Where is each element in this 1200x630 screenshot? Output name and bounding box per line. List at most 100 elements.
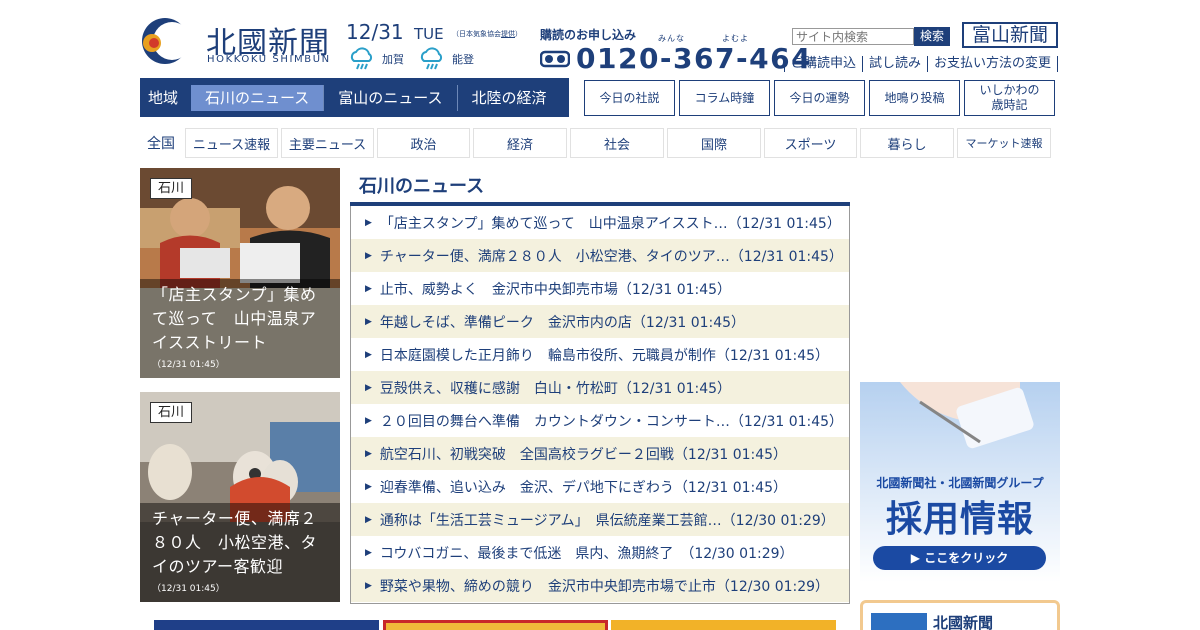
- rain-cloud-icon: [350, 47, 373, 70]
- news-item-title: 航空石川、初戦突破 全国高校ラグビー２回戦（12/31 01:45）: [379, 446, 788, 463]
- toyama-shimbun-button[interactable]: 富山新聞: [962, 22, 1058, 48]
- subscribe-phone[interactable]: 0120-367-464: [540, 42, 812, 75]
- news-list-item[interactable]: ▶ 野菜や果物、締めの競り 金沢市中央卸売市場で止市（12/30 01:29）: [351, 569, 849, 602]
- editorial-button[interactable]: 今日の社説: [584, 80, 675, 116]
- news-item-title: コウバコガニ、最後まで低迷 県内、漁期終了 （12/30 01:29）: [379, 545, 794, 562]
- news-item-title: 「店主スタンプ」集めて巡って 山中温泉アイススト…（12/31 01:45）: [379, 215, 841, 232]
- promo-thumbnail: [871, 613, 927, 630]
- arrow-right-icon: ▶: [365, 217, 372, 228]
- category-international[interactable]: 国際: [667, 128, 761, 158]
- logo-subtitle: HOKKOKU SHIMBUN: [207, 54, 331, 65]
- region-nav: 地域 石川のニュース 富山のニュース 北陸の経済: [140, 78, 569, 117]
- bottom-banner-1[interactable]: [154, 620, 379, 630]
- date-day: 12/31: [346, 20, 404, 44]
- free-dial-icon: [540, 50, 570, 67]
- news-item-title: 止市、威勢よく 金沢市中央卸売市場（12/31 01:45）: [379, 281, 732, 298]
- news-list-item[interactable]: ▶ コウバコガニ、最後まで低迷 県内、漁期終了 （12/30 01:29）: [351, 536, 849, 569]
- weather-credit: （日本気象協会提供）: [451, 29, 522, 38]
- card-region-tag: 石川: [150, 178, 192, 199]
- news-list-item[interactable]: ▶ 日本庭園模した正月飾り 輪島市役所、元職員が制作（12/31 01:45）: [351, 338, 849, 371]
- saijiki-button[interactable]: いしかわの 歳時記: [964, 80, 1055, 116]
- region-nav-label: 地域: [148, 89, 179, 107]
- news-list-item[interactable]: ▶ 迎春準備、追い込み 金沢、デパ地下にぎわう（12/31 01:45）: [351, 470, 849, 503]
- category-breaking[interactable]: ニュース速報: [185, 128, 278, 158]
- news-list-item[interactable]: ▶ 年越しそば、準備ピーク 金沢市内の店（12/31 01:45）: [351, 305, 849, 338]
- news-list-item[interactable]: ▶ 航空石川、初戦突破 全国高校ラグビー２回戦（12/31 01:45）: [351, 437, 849, 470]
- news-list-item[interactable]: ▶ 「店主スタンプ」集めて巡って 山中温泉アイススト…（12/31 01:45）: [351, 206, 849, 239]
- top-links: ご購読申込 試し読み お支払い方法の変更: [784, 56, 1059, 72]
- link-payment[interactable]: お支払い方法の変更: [928, 56, 1059, 72]
- category-economy[interactable]: 経済: [473, 128, 567, 158]
- logo-mark-icon: [142, 18, 191, 64]
- category-living[interactable]: 暮らし: [860, 128, 954, 158]
- card-region-tag: 石川: [150, 402, 192, 423]
- card-title: 「店主スタンプ」集めて巡って 山中温泉アイスストリート: [152, 285, 317, 352]
- category-politics[interactable]: 政治: [377, 128, 470, 158]
- news-card[interactable]: 石川 「店主スタンプ」集めて巡って 山中温泉アイスストリート （12/31 01…: [140, 168, 340, 378]
- news-item-title: 迎春準備、追い込み 金沢、デパ地下にぎわう（12/31 01:45）: [379, 479, 788, 496]
- saijiki-label-1: いしかわの: [979, 83, 1040, 97]
- weather-kaga[interactable]: 加賀: [348, 46, 404, 72]
- bottom-banner-3[interactable]: [611, 620, 836, 630]
- link-trial[interactable]: 試し読み: [863, 56, 929, 72]
- weather-label-kaga: 加賀: [382, 53, 404, 66]
- category-sports[interactable]: スポーツ: [764, 128, 857, 158]
- arrow-right-icon: ▶: [365, 547, 372, 558]
- tab-toyama-news[interactable]: 富山のニュース: [324, 84, 458, 111]
- arrow-right-icon: ▶: [365, 349, 372, 360]
- category-top[interactable]: 主要ニュース: [281, 128, 374, 158]
- news-card[interactable]: 石川 チャーター便、満席２８０人 小松空港、タイのツアー客歓迎 （12/31 0…: [140, 392, 340, 602]
- phone-number: 0120-367-464: [576, 42, 813, 75]
- arrow-right-icon: ▶: [365, 448, 372, 459]
- category-nav: 全国 ニュース速報 主要ニュース 政治 経済 社会 国際 スポーツ 暮らし マー…: [140, 128, 1051, 158]
- category-market[interactable]: マーケット速報: [957, 128, 1051, 158]
- card-time: （12/31 01:45）: [152, 584, 225, 594]
- news-item-title: チャーター便、満席２８０人 小松空港、タイのツア…（12/31 01:45）: [379, 248, 843, 265]
- news-item-title: 野菜や果物、締めの競り 金沢市中央卸売市場で止市（12/30 01:29）: [379, 578, 830, 595]
- news-item-title: 豆殻供え、収穫に感謝 白山・竹松町（12/31 01:45）: [379, 380, 732, 397]
- recruit-ad[interactable]: 北國新聞社・北國新聞グループ 採用情報 ▶ ここをクリック: [860, 382, 1060, 582]
- recruit-ad-button[interactable]: ▶ ここをクリック: [873, 546, 1046, 570]
- category-all[interactable]: 全国: [140, 133, 182, 153]
- promo-title: 北國新聞: [933, 614, 994, 630]
- subscribe-title: 購読のお申し込み: [540, 28, 637, 42]
- news-list-item[interactable]: ▶ ２０回目の舞台へ準備 カウントダウン・コンサート…（12/31 01:45）: [351, 404, 849, 437]
- horoscope-button[interactable]: 今日の運勢: [774, 80, 865, 116]
- jisho-column-button[interactable]: コラム時鐘: [679, 80, 770, 116]
- site-logo[interactable]: 北國新聞 HOKKOKU SHIMBUN: [140, 16, 340, 66]
- news-list-item[interactable]: ▶ 止市、威勢よく 金沢市中央卸売市場（12/31 01:45）: [351, 272, 849, 305]
- news-item-title: 年越しそば、準備ピーク 金沢市内の店（12/31 01:45）: [379, 314, 746, 331]
- search-button[interactable]: 検索: [914, 27, 950, 46]
- weather-label-noto: 能登: [452, 53, 474, 66]
- news-list: ▶ 「店主スタンプ」集めて巡って 山中温泉アイススト…（12/31 01:45） ▶…: [350, 206, 850, 604]
- date-display: 12/31 TUE （日本気象協会提供）: [346, 20, 522, 44]
- card-time: （12/31 01:45）: [152, 360, 225, 370]
- news-item-title: 通称は「生活工芸ミュージアム」 県伝統産業工芸館…（12/30 01:29）: [379, 512, 835, 529]
- column-buttons: 今日の社説 コラム時鐘 今日の運勢 地鳴り投稿 いしかわの 歳時記: [584, 80, 1059, 116]
- news-item-title: 日本庭園模した正月飾り 輪島市役所、元職員が制作（12/31 01:45）: [379, 347, 830, 364]
- card-caption: チャーター便、満席２８０人 小松空港、タイのツアー客歓迎 （12/31 01:4…: [140, 503, 340, 602]
- link-subscribe[interactable]: ご購読申込: [784, 56, 864, 72]
- promo-box[interactable]: 北國新聞: [860, 600, 1060, 630]
- news-list-item[interactable]: ▶ 通称は「生活工芸ミュージアム」 県伝統産業工芸館…（12/30 01:29）: [351, 503, 849, 536]
- card-caption: 「店主スタンプ」集めて巡って 山中温泉アイスストリート （12/31 01:45…: [140, 279, 340, 378]
- category-society[interactable]: 社会: [570, 128, 664, 158]
- arrow-right-icon: ▶: [365, 481, 372, 492]
- date-dow: TUE: [414, 25, 444, 43]
- weather-noto[interactable]: 能登: [418, 46, 474, 72]
- arrow-right-icon: ▶: [365, 283, 372, 294]
- news-heading: 石川のニュース: [359, 176, 485, 197]
- recruit-ad-subtitle: 北國新聞社・北國新聞グループ: [876, 476, 1044, 490]
- news-list-item[interactable]: ▶ チャーター便、満席２８０人 小松空港、タイのツア…（12/31 01:45）: [351, 239, 849, 272]
- weather-credit-link[interactable]: 提供: [501, 30, 515, 38]
- reader-posts-button[interactable]: 地鳴り投稿: [869, 80, 960, 116]
- search-input[interactable]: [792, 28, 914, 45]
- arrow-right-icon: ▶: [365, 250, 372, 261]
- tab-hokuriku-economy[interactable]: 北陸の経済: [458, 85, 561, 111]
- arrow-right-icon: ▶: [365, 415, 372, 426]
- bottom-banner-2[interactable]: [383, 620, 608, 630]
- tab-ishikawa-news[interactable]: 石川のニュース: [191, 84, 325, 111]
- arrow-right-icon: ▶: [365, 382, 372, 393]
- news-list-item[interactable]: ▶ 豆殻供え、収穫に感謝 白山・竹松町（12/31 01:45）: [351, 371, 849, 404]
- arrow-right-icon: ▶: [365, 580, 372, 591]
